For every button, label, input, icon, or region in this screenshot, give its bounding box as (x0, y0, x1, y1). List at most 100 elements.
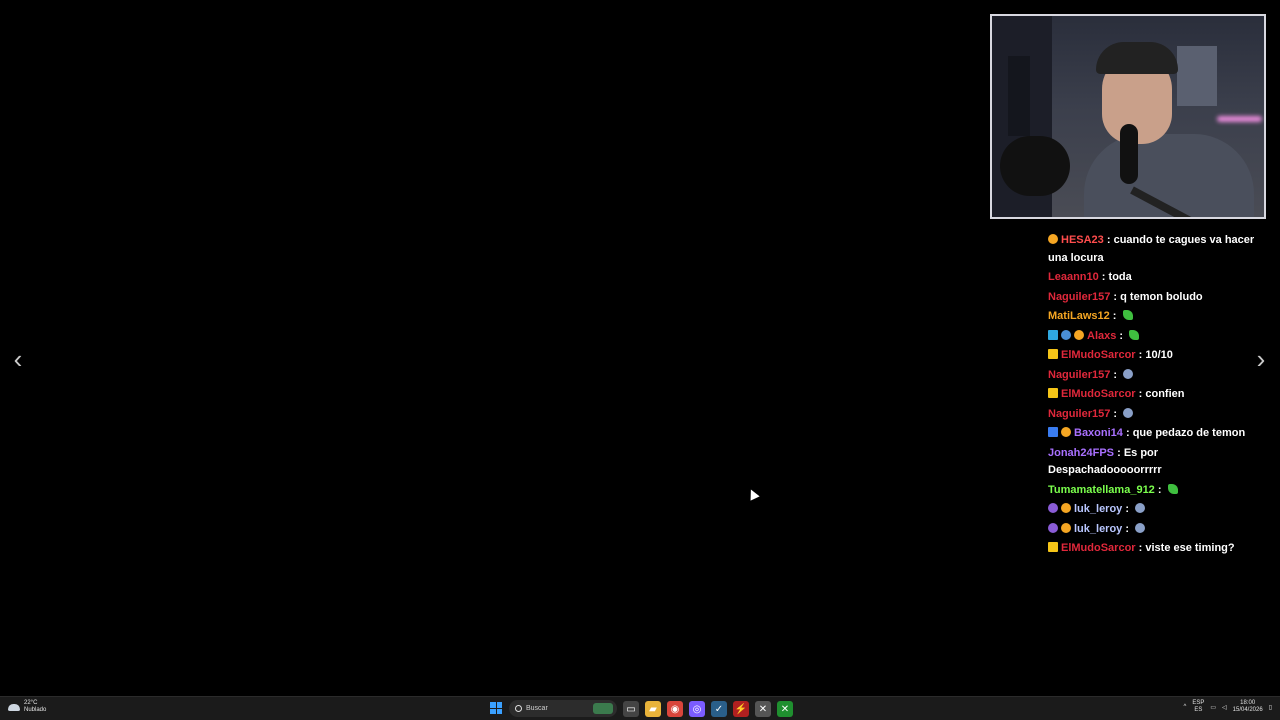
chat-separator: : (1135, 349, 1146, 361)
chat-message: Baxoni14 : que pedazo de temon (1048, 425, 1260, 443)
chat-message: Alaxs : (1048, 328, 1260, 346)
chat-separator: : (1122, 427, 1133, 439)
crown-badge-icon (1048, 542, 1058, 552)
steam-icon[interactable]: ✓ (711, 701, 727, 717)
chat-username[interactable]: HESA23 (1061, 234, 1104, 246)
drop-badge-icon (1061, 329, 1071, 340)
xbox-icon[interactable]: ✕ (777, 701, 793, 717)
chat-text: q temon boludo (1120, 290, 1203, 303)
satellite-emote-icon (1123, 407, 1134, 418)
webcam-drums (1000, 136, 1070, 196)
pickle-emote-icon (1129, 329, 1140, 340)
microphone (1120, 124, 1138, 184)
prime-badge-icon (1061, 503, 1071, 513)
chat-message: ElMudoSarcor : confien (1048, 386, 1260, 404)
chat-username[interactable]: luk_leroy (1074, 523, 1122, 535)
prime-badge-icon (1048, 234, 1058, 244)
file-explorer-icon[interactable]: ▰ (645, 701, 661, 717)
weather-widget[interactable]: 22°C Nublado (8, 700, 46, 714)
chat-username[interactable]: Baxoni14 (1074, 427, 1123, 439)
weather-desc: Nublado (24, 707, 47, 713)
chat-message: Leaann10 : toda (1048, 269, 1260, 287)
chat-username[interactable]: Tumamatellama_912 (1048, 484, 1155, 496)
chat-text: viste ese timing? (1145, 542, 1235, 554)
cloud-icon (8, 703, 20, 711)
pickle-emote-icon (1122, 310, 1133, 320)
taskbar: 22°C Nublado Buscar ▭ ▰ ◉ ◎ ✓ ⚡ ✕ ✕ ^ ESP ES ▭ … (0, 696, 1280, 720)
pickle-emote-icon (1167, 483, 1178, 494)
cube-badge-icon (1048, 329, 1058, 340)
weather-temp: 22°C (24, 700, 38, 706)
search-icon (515, 705, 522, 712)
pinned-apps: ▭ ▰ ◉ ◎ ✓ ⚡ ✕ ✕ (623, 701, 793, 717)
messenger-icon[interactable]: ◎ (689, 701, 705, 717)
chat-username[interactable]: ElMudoSarcor (1061, 542, 1136, 554)
task-view-icon[interactable]: ▭ (623, 701, 639, 717)
chat-message: Naguiler157 : q temon boludo (1048, 289, 1260, 307)
chat-separator: : (1103, 234, 1114, 246)
chat-message: ElMudoSarcor : viste ese timing? (1048, 540, 1260, 558)
webcam-led-light (1217, 116, 1262, 122)
system-tray: ^ ESP ES ▭ ◁ 18:00 15/04/2026 ▯ (1184, 700, 1272, 714)
chat-separator: : (1110, 290, 1121, 303)
drop-purple-badge-icon (1048, 522, 1058, 533)
tray-chevron-icon[interactable]: ^ (1184, 704, 1187, 710)
chat-username[interactable]: luk_leroy (1074, 503, 1122, 515)
capture-tool-icon[interactable]: ✕ (755, 701, 771, 717)
chat-separator: : (1135, 542, 1146, 554)
chat-username[interactable]: Naguiler157 (1048, 291, 1110, 303)
chat-message: HESA23 : cuando te cagues va hacer una l… (1048, 232, 1260, 267)
red-app-icon[interactable]: ⚡ (733, 701, 749, 717)
chrome-icon[interactable]: ◉ (667, 701, 683, 717)
chat-separator: : (1135, 388, 1146, 400)
satellite-emote-icon (1123, 368, 1134, 379)
search-highlight-icon (593, 703, 613, 714)
chat-separator: : (1098, 271, 1109, 283)
satellite-emote-icon (1135, 503, 1146, 513)
chat-username[interactable]: MatiLaws12 (1048, 310, 1110, 322)
chat-separator: : (1109, 310, 1120, 322)
chat-separator: : (1122, 522, 1133, 535)
prev-arrow-button[interactable]: ‹ (8, 345, 28, 373)
webcam-window (1177, 46, 1217, 106)
start-button[interactable] (490, 702, 502, 714)
notification-icon[interactable]: ▯ (1269, 704, 1272, 711)
chat-message: Naguiler157 : (1048, 367, 1260, 385)
chat-separator: : (1116, 329, 1127, 342)
chat-message: Tumamatellama_912 : (1048, 482, 1260, 500)
chat-username[interactable]: Naguiler157 (1048, 369, 1110, 381)
clock[interactable]: 18:00 15/04/2026 (1233, 700, 1263, 714)
chat-username[interactable]: ElMudoSarcor (1061, 349, 1136, 361)
chat-message: MatiLaws12 : (1048, 308, 1260, 326)
crown-badge-icon (1048, 388, 1058, 398)
prime-badge-icon (1061, 522, 1071, 533)
chat-username[interactable]: ElMudoSarcor (1061, 388, 1136, 400)
taskbar-search[interactable]: Buscar (509, 700, 617, 717)
chat-text: toda (1108, 271, 1132, 283)
chat-text: que pedazo de temon (1132, 427, 1246, 439)
chat-text: confien (1145, 388, 1185, 400)
sq-blue-badge-icon (1048, 427, 1058, 437)
chat-username[interactable]: Alaxs (1087, 330, 1116, 342)
prime-badge-icon (1061, 427, 1071, 437)
chat-separator: : (1154, 483, 1165, 496)
chevron-left-icon: ‹ (13, 344, 23, 374)
chat-overlay: HESA23 : cuando te cagues va hacer una l… (1048, 232, 1260, 560)
chat-separator: : (1122, 503, 1133, 515)
webcam-acoustic-panel (1008, 56, 1030, 136)
network-icon[interactable]: ▭ (1210, 704, 1216, 711)
chat-username[interactable]: Naguiler157 (1048, 408, 1110, 420)
chat-message: Naguiler157 : (1048, 406, 1260, 424)
webcam-overlay (990, 14, 1266, 219)
chat-message: luk_leroy : (1048, 501, 1260, 519)
chat-username[interactable]: Leaann10 (1048, 271, 1099, 283)
mouse-cursor (746, 487, 760, 501)
chat-separator: : (1110, 368, 1121, 381)
chat-separator: : (1110, 407, 1121, 420)
streamer-cap (1096, 42, 1178, 74)
chat-username[interactable]: Jonah24FPS (1048, 447, 1114, 459)
drop-purple-badge-icon (1048, 503, 1058, 513)
volume-icon[interactable]: ◁ (1222, 704, 1227, 711)
language-indicator[interactable]: ESP ES (1192, 700, 1204, 714)
prime-badge-icon (1074, 329, 1084, 340)
